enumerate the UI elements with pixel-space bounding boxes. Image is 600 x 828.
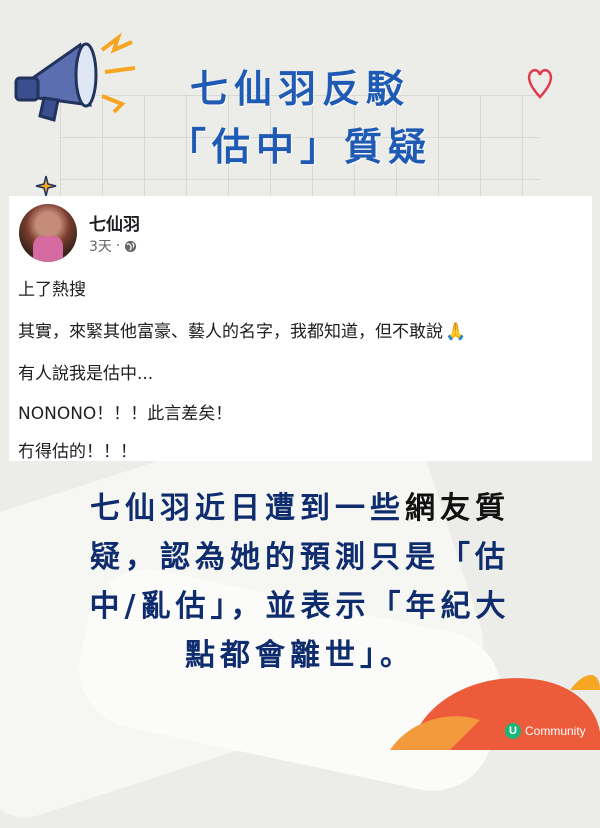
post-line-3: 有人說我是估中... bbox=[18, 364, 154, 384]
brand-logo[interactable]: U Community bbox=[505, 723, 586, 739]
page-title-line2: 「估中」質疑 bbox=[167, 125, 432, 169]
article-line-1: 七仙羽近日遭到一些網友質 bbox=[40, 483, 560, 527]
post-author[interactable]: 七仙羽 bbox=[89, 210, 140, 235]
brand-name: Community bbox=[525, 724, 586, 738]
article-line-1a: 七仙羽近日遭到一些 bbox=[90, 491, 405, 526]
post-line-1: 上了熱搜 bbox=[18, 280, 86, 300]
facebook-post-card: 七仙羽 3天 · 上了熱搜 其實，來緊其他富豪、藝人的名字，我都知道，但不敢說 🙏… bbox=[9, 196, 592, 462]
post-line-4: NONONO！！！此言差矣！ bbox=[18, 404, 233, 424]
post-time[interactable]: 3天 bbox=[89, 236, 112, 256]
post-line-5: 冇得估的！！！ bbox=[18, 442, 137, 462]
post-line-2: 其實，來緊其他富豪、藝人的名字，我都知道，但不敢說 🙏 bbox=[18, 317, 466, 342]
globe-icon bbox=[125, 240, 137, 252]
post-meta: 3天 · bbox=[89, 236, 137, 256]
brand-logo-icon: U bbox=[505, 723, 521, 739]
page-title-line1: 七仙羽反駁 bbox=[189, 67, 410, 111]
post-line-2-text: 其實，來緊其他富豪、藝人的名字，我都知道，但不敢說 bbox=[18, 322, 443, 342]
article-line-2: 疑，認為她的預測只是「估 bbox=[90, 540, 510, 575]
pray-emoji-icon: 🙏 bbox=[445, 322, 467, 342]
meta-separator: · bbox=[115, 238, 121, 254]
sparkle-icon bbox=[35, 175, 57, 197]
avatar[interactable] bbox=[19, 204, 77, 262]
article-line-3: 中/亂估」，並表示「年紀大 bbox=[89, 589, 511, 624]
article-line-1b: 網友質 bbox=[405, 491, 510, 526]
